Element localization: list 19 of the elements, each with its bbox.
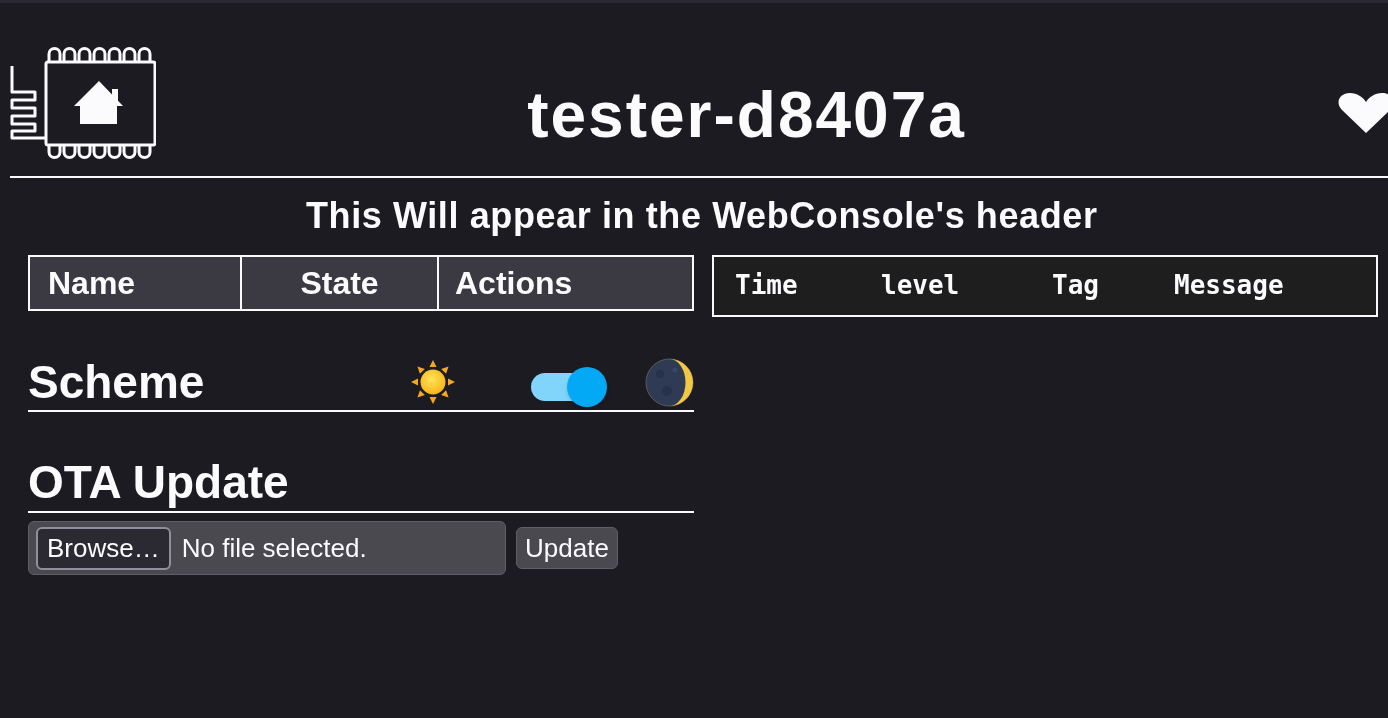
sun-icon bbox=[409, 359, 457, 405]
moon-icon bbox=[645, 357, 694, 407]
column-header: Name bbox=[48, 267, 136, 299]
heart-icon bbox=[1337, 93, 1388, 133]
file-status-text: No file selected. bbox=[181, 535, 367, 561]
scheme-heading: Scheme bbox=[28, 356, 205, 408]
update-button[interactable]: Update bbox=[516, 527, 618, 569]
column-header: Tag bbox=[1052, 269, 1099, 300]
column-header: Actions bbox=[455, 267, 573, 299]
column-header: Message bbox=[1174, 269, 1284, 300]
column-header: level bbox=[881, 269, 960, 300]
file-input[interactable]: Browse… No file selected. bbox=[28, 521, 506, 575]
column-header: Time bbox=[735, 269, 798, 300]
browse-button[interactable]: Browse… bbox=[36, 526, 171, 570]
dark-mode-toggle[interactable] bbox=[531, 367, 607, 407]
column-header: State bbox=[300, 267, 379, 299]
header-subtitle: This Will appear in the WebConsole's header bbox=[306, 198, 1098, 234]
page-title: tester-d8407a bbox=[527, 83, 966, 147]
ota-update-heading: OTA Update bbox=[28, 459, 694, 513]
